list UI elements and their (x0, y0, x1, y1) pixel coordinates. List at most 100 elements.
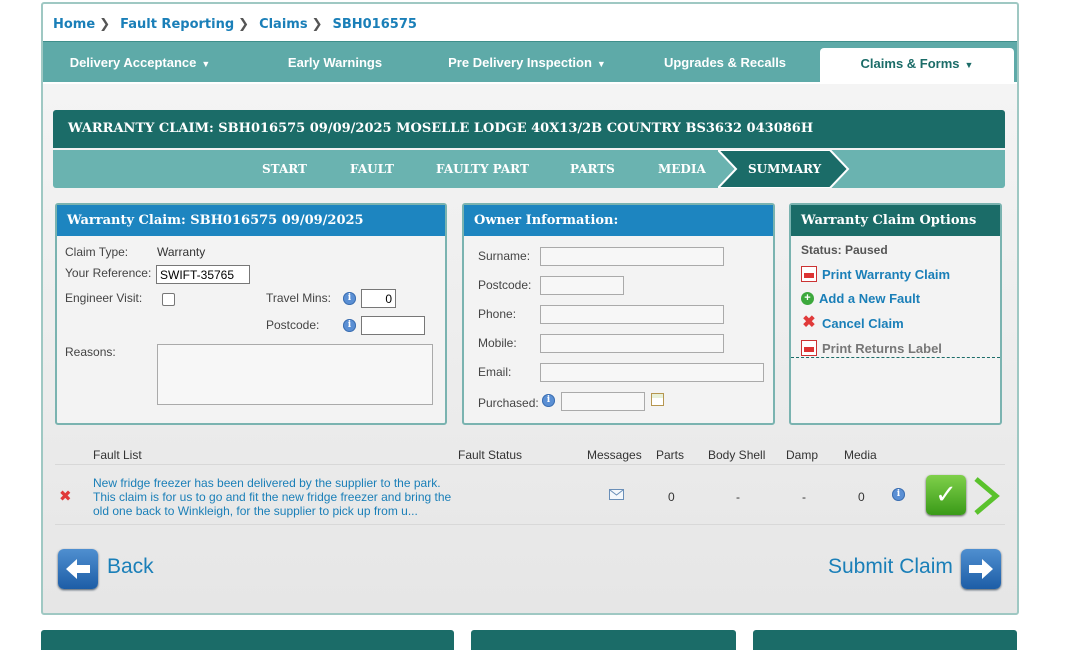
claim-steps: START FAULT FAULTY PART PARTS MEDIA SUMM… (53, 150, 1005, 188)
info-icon[interactable]: i (892, 488, 905, 501)
close-icon: ✖ (802, 314, 816, 331)
header-parts: Parts (656, 448, 685, 462)
claim-type-label: Claim Type: (65, 245, 129, 259)
envelope-icon[interactable] (609, 489, 624, 500)
chevron-right-icon: ❯ (99, 16, 111, 32)
your-reference-input[interactable] (156, 265, 250, 284)
engineer-visit-label: Engineer Visit: (65, 291, 143, 305)
warranty-claim-panel: Warranty Claim: SBH016575 09/09/2025 Cla… (55, 203, 447, 425)
table-divider (55, 524, 1005, 525)
owner-postcode-input[interactable] (540, 276, 624, 295)
surname-input[interactable] (540, 247, 724, 266)
nav-delivery-acceptance[interactable]: Delivery Acceptance ▼ (65, 42, 215, 83)
fault-description-link[interactable]: New fridge freezer has been delivered by… (93, 476, 458, 518)
chevron-right-icon: ❯ (238, 16, 250, 32)
header-fault-list: Fault List (93, 448, 142, 462)
print-warranty-claim-label: Print Warranty Claim (822, 266, 951, 282)
info-icon[interactable]: i (542, 394, 555, 407)
reasons-textarea[interactable] (157, 344, 433, 405)
claim-title-bar: WARRANTY CLAIM: SBH016575 09/09/2025 MOS… (53, 110, 1005, 148)
arrow-left-icon (66, 559, 90, 579)
back-button[interactable]: Back (107, 555, 154, 579)
main-frame: Home ❯ Fault Reporting ❯ Claims ❯ SBH016… (41, 2, 1019, 615)
breadcrumb-claims[interactable]: Claims (259, 17, 308, 32)
submit-button-icon[interactable] (961, 549, 1001, 589)
breadcrumb-current[interactable]: SBH016575 (332, 17, 416, 32)
options-panel-title: Warranty Claim Options (791, 205, 1000, 236)
claim-type-value: Warranty (157, 245, 206, 259)
header-damp: Damp (786, 448, 819, 462)
mobile-input[interactable] (540, 334, 724, 353)
nav-pre-delivery-inspection[interactable]: Pre Delivery Inspection ▼ (447, 42, 607, 83)
info-icon[interactable]: i (343, 319, 356, 332)
arrow-right-icon (969, 559, 993, 579)
calendar-icon[interactable] (651, 393, 664, 406)
step-parts[interactable]: PARTS (570, 150, 615, 188)
check-icon[interactable]: ✓ (926, 475, 966, 515)
nav-label: Early Warnings (287, 55, 383, 70)
step-start[interactable]: START (262, 150, 307, 188)
postcode-label: Postcode: (266, 318, 320, 332)
reasons-label: Reasons: (65, 345, 116, 359)
engineer-visit-checkbox[interactable] (162, 293, 175, 306)
travel-mins-label: Travel Mins: (266, 291, 331, 305)
add-new-fault-link[interactable]: + Add a New Fault (801, 291, 920, 306)
nav-claims-forms[interactable]: Claims & Forms ▼ (820, 48, 1014, 84)
add-icon: + (801, 292, 814, 305)
back-button-icon[interactable] (58, 549, 98, 589)
travel-mins-input[interactable] (361, 289, 396, 308)
purchased-date-input[interactable] (561, 392, 645, 411)
media-count: 0 (858, 490, 865, 504)
nav-upgrades-recalls[interactable]: Upgrades & Recalls (655, 42, 795, 83)
header-messages: Messages (587, 448, 642, 462)
claim-status: Status: Paused (801, 243, 888, 257)
email-label: Email: (478, 365, 512, 379)
bottom-panel-left (41, 630, 454, 650)
nav-early-warnings[interactable]: Early Warnings (275, 42, 395, 83)
nav-label: Delivery Acceptance (69, 55, 197, 70)
next-chevron-shape (974, 477, 1000, 515)
cancel-claim-label: Cancel Claim (822, 315, 904, 331)
chevron-right-icon[interactable] (972, 476, 1002, 519)
email-input[interactable] (540, 363, 764, 382)
step-summary[interactable]: SUMMARY (718, 150, 850, 188)
claim-options-panel: Warranty Claim Options Status: Paused Pr… (789, 203, 1002, 425)
cancel-claim-link[interactable]: ✖ Cancel Claim (801, 314, 904, 331)
header-media: Media (844, 448, 877, 462)
submit-claim-button[interactable]: Submit Claim (828, 555, 953, 579)
pdf-icon (801, 266, 817, 282)
table-divider (55, 464, 1005, 465)
caret-down-icon: ▼ (596, 59, 606, 69)
header-fault-status: Fault Status (458, 448, 523, 462)
print-warranty-claim-link[interactable]: Print Warranty Claim (801, 266, 950, 282)
info-icon[interactable]: i (343, 292, 356, 305)
owner-postcode-label: Postcode: (478, 278, 532, 292)
add-new-fault-label: Add a New Fault (819, 291, 921, 306)
delete-fault-icon[interactable]: ✖ (59, 487, 72, 505)
parts-count: 0 (668, 490, 675, 504)
phone-input[interactable] (540, 305, 724, 324)
bottom-panel-middle (471, 630, 736, 650)
engineer-postcode-input[interactable] (361, 316, 425, 335)
print-returns-label-link[interactable]: Print Returns Label (801, 340, 942, 356)
damp-value: - (802, 490, 806, 504)
pdf-icon (801, 340, 817, 356)
warranty-panel-title: Warranty Claim: SBH016575 09/09/2025 (57, 205, 445, 236)
caret-down-icon: ▼ (201, 59, 211, 69)
step-fault[interactable]: FAULT (350, 150, 394, 188)
step-media[interactable]: MEDIA (658, 150, 706, 188)
step-faulty-part[interactable]: FAULTY PART (436, 150, 529, 188)
breadcrumb-fault-reporting[interactable]: Fault Reporting (120, 17, 234, 32)
breadcrumb-home[interactable]: Home (53, 17, 95, 32)
print-returns-label-text: Print Returns Label (822, 340, 942, 356)
envelope-flap (610, 490, 623, 496)
body-shell-value: - (736, 490, 740, 504)
owner-panel-title: Owner Information: (464, 205, 773, 236)
nav-label: Claims & Forms (860, 56, 960, 71)
breadcrumb: Home ❯ Fault Reporting ❯ Claims ❯ SBH016… (53, 14, 417, 34)
options-divider (791, 357, 1000, 358)
header-body-shell: Body Shell (708, 448, 766, 462)
purchased-label: Purchased: (478, 396, 539, 410)
nav-label: Upgrades & Recalls (663, 55, 787, 70)
caret-down-icon: ▼ (964, 60, 974, 70)
